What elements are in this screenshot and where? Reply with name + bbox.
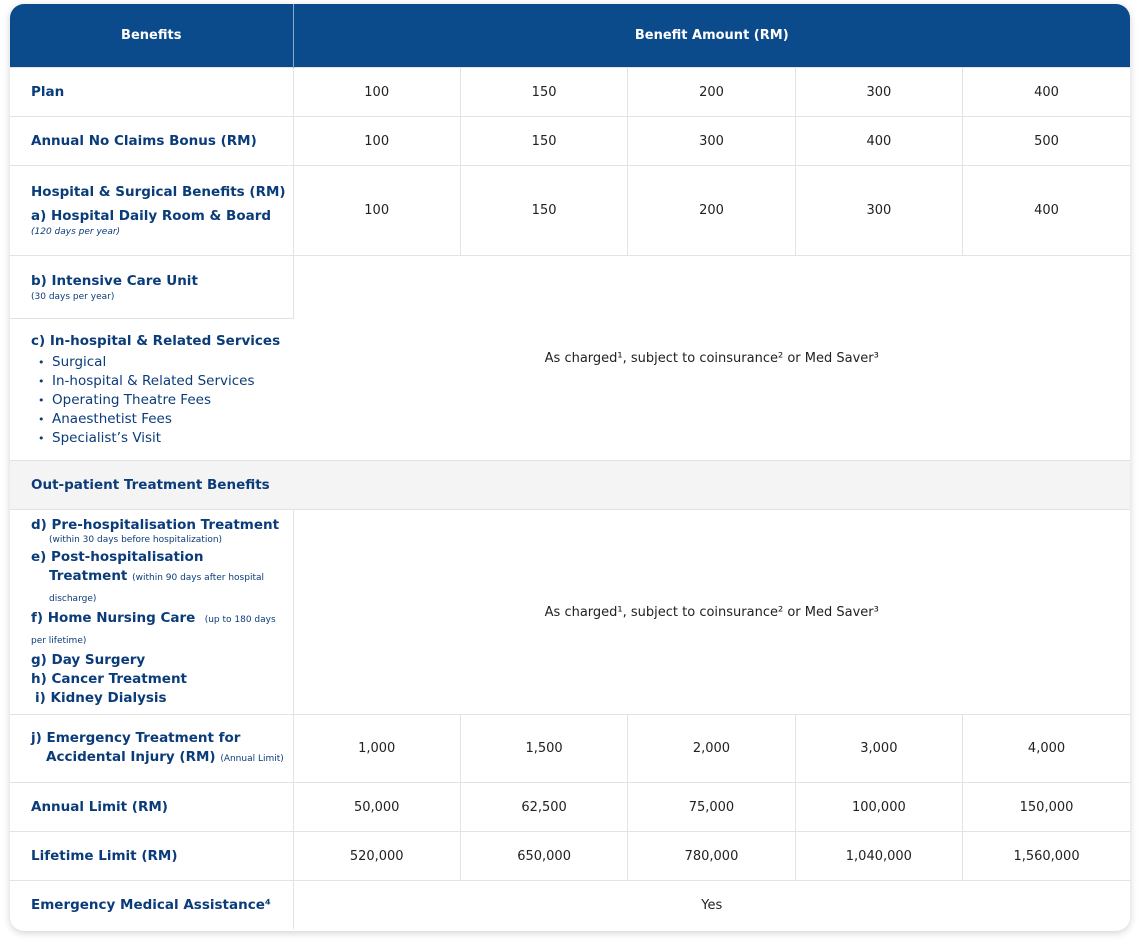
as-charged-cell: As charged¹, subject to coinsurance² or … (293, 509, 1130, 715)
home-nursing-label: f) Home Nursing Care (31, 610, 196, 626)
cell: 100 (293, 116, 461, 166)
post-hosp-label-2: Treatment (within 90 days after hospital… (31, 567, 293, 609)
pre-hosp-note: (within 30 days before hospitalization) (49, 535, 223, 545)
cell: 100 (293, 67, 461, 117)
cell: 400 (795, 116, 964, 166)
icu-label: b) Intensive Care Unit (31, 272, 198, 289)
cell: 3,000 (795, 714, 964, 783)
cell: 1,000 (293, 714, 461, 783)
table-row-emergency-medical-assistance: Emergency Medical Assistance⁴ Yes (10, 880, 1130, 929)
as-charged-cell: As charged¹, subject to coinsurance² or … (293, 255, 1130, 461)
cell: 100,000 (795, 782, 964, 832)
cell: 300 (795, 67, 964, 117)
kidney-dialysis-label: i) Kidney Dialysis (35, 690, 167, 706)
room-board-note: (120 days per year) (31, 227, 121, 237)
cell: 780,000 (627, 831, 796, 881)
emergency-label-2-line: Accidental Injury (RM) (Annual Limit) (31, 748, 293, 769)
post-hosp-treatment: Treatment (49, 568, 128, 584)
cell: 1,500 (460, 714, 629, 783)
cell: 2,000 (627, 714, 796, 783)
emergency-label: j) Emergency Treatment for (31, 729, 241, 746)
cell: 150,000 (962, 782, 1130, 832)
row-label: b) Intensive Care Unit (30 days per year… (10, 255, 294, 319)
table-row-section: Out-patient Treatment Benefits (10, 460, 1130, 510)
cell: 520,000 (293, 831, 461, 881)
cell: 150 (460, 165, 629, 256)
header-benefit-amount: Benefit Amount (RM) (293, 4, 1130, 68)
hospital-surgical-title: Hospital & Surgical Benefits (RM) (31, 184, 286, 200)
row-label: Lifetime Limit (RM) (10, 831, 294, 881)
cell: 300 (627, 116, 796, 166)
row-label: j) Emergency Treatment for Accidental In… (10, 714, 294, 783)
cell: 4,000 (962, 714, 1130, 783)
post-hosp-label: e) Post-hospitalisation (31, 549, 204, 565)
cell: 200 (627, 165, 796, 256)
benefits-table-card: Benefits Benefit Amount (RM) Plan 100 15… (10, 4, 1130, 931)
list-item: Anaesthetist Fees (38, 410, 293, 429)
in-hospital-list: Surgical In-hospital & Related Services … (31, 353, 293, 448)
emergency-note: (Annual Limit) (220, 753, 284, 764)
list-item: Operating Theatre Fees (38, 391, 293, 410)
table-row-no-claims-bonus: Annual No Claims Bonus (RM) 100 150 300 … (10, 116, 1130, 166)
cell: 75,000 (627, 782, 796, 832)
section-title: Out-patient Treatment Benefits (10, 460, 1130, 510)
cell: 500 (962, 116, 1130, 166)
table-header-row: Benefits Benefit Amount (RM) (10, 4, 1130, 68)
table-row-icu: b) Intensive Care Unit (30 days per year… (10, 255, 1130, 461)
row-label: Plan (10, 67, 294, 117)
list-item: In-hospital & Related Services (38, 372, 293, 391)
cell: 150 (460, 116, 629, 166)
emergency-label-2: Accidental Injury (RM) (46, 748, 216, 765)
row-label: Emergency Medical Assistance⁴ (10, 880, 294, 929)
cell: 400 (962, 165, 1130, 256)
day-surgery-label: g) Day Surgery (31, 652, 146, 668)
list-item: Specialist’s Visit (38, 429, 293, 448)
cell: 650,000 (460, 831, 629, 881)
cell: 62,500 (460, 782, 629, 832)
header-benefits: Benefits (10, 4, 294, 68)
row-label: Hospital & Surgical Benefits (RM) a) Hos… (10, 165, 294, 256)
benefits-table: Benefits Benefit Amount (RM) Plan 100 15… (10, 4, 1130, 929)
row-label: Annual Limit (RM) (10, 782, 294, 832)
list-item: Surgical (38, 353, 293, 372)
table-row-hospital-room-board: Hospital & Surgical Benefits (RM) a) Hos… (10, 165, 1130, 256)
room-board-label: a) Hospital Daily Room & Board (31, 208, 272, 224)
cell: 400 (962, 67, 1130, 117)
cell: 200 (627, 67, 796, 117)
icu-note: (30 days per year) (31, 291, 115, 302)
home-nursing-line: f) Home Nursing Care (up to 180 days per… (31, 609, 293, 651)
cell: 300 (795, 165, 964, 256)
row-label: Annual No Claims Bonus (RM) (10, 116, 294, 166)
table-row-annual-limit: Annual Limit (RM) 50,000 62,500 75,000 1… (10, 782, 1130, 832)
table-row-lifetime-limit: Lifetime Limit (RM) 520,000 650,000 780,… (10, 831, 1130, 881)
cell: 1,040,000 (795, 831, 964, 881)
row-label: c) In-hospital & Related Services Surgic… (10, 318, 293, 461)
pre-hosp-label: d) Pre-hospitalisation Treatment (31, 517, 280, 533)
table-row-plan: Plan 100 150 200 300 400 (10, 67, 1130, 117)
table-row-emergency-treatment: j) Emergency Treatment for Accidental In… (10, 714, 1130, 783)
cell: 1,560,000 (962, 831, 1130, 881)
cancer-treatment-label: h) Cancer Treatment (31, 671, 188, 687)
cell: Yes (293, 880, 1130, 929)
cell: 50,000 (293, 782, 461, 832)
in-hospital-label: c) In-hospital & Related Services (31, 332, 281, 349)
cell: 100 (293, 165, 461, 256)
row-label: d) Pre-hospitalisation Treatment (within… (10, 509, 294, 715)
cell: 150 (460, 67, 629, 117)
table-row-outpatient: d) Pre-hospitalisation Treatment (within… (10, 509, 1130, 715)
